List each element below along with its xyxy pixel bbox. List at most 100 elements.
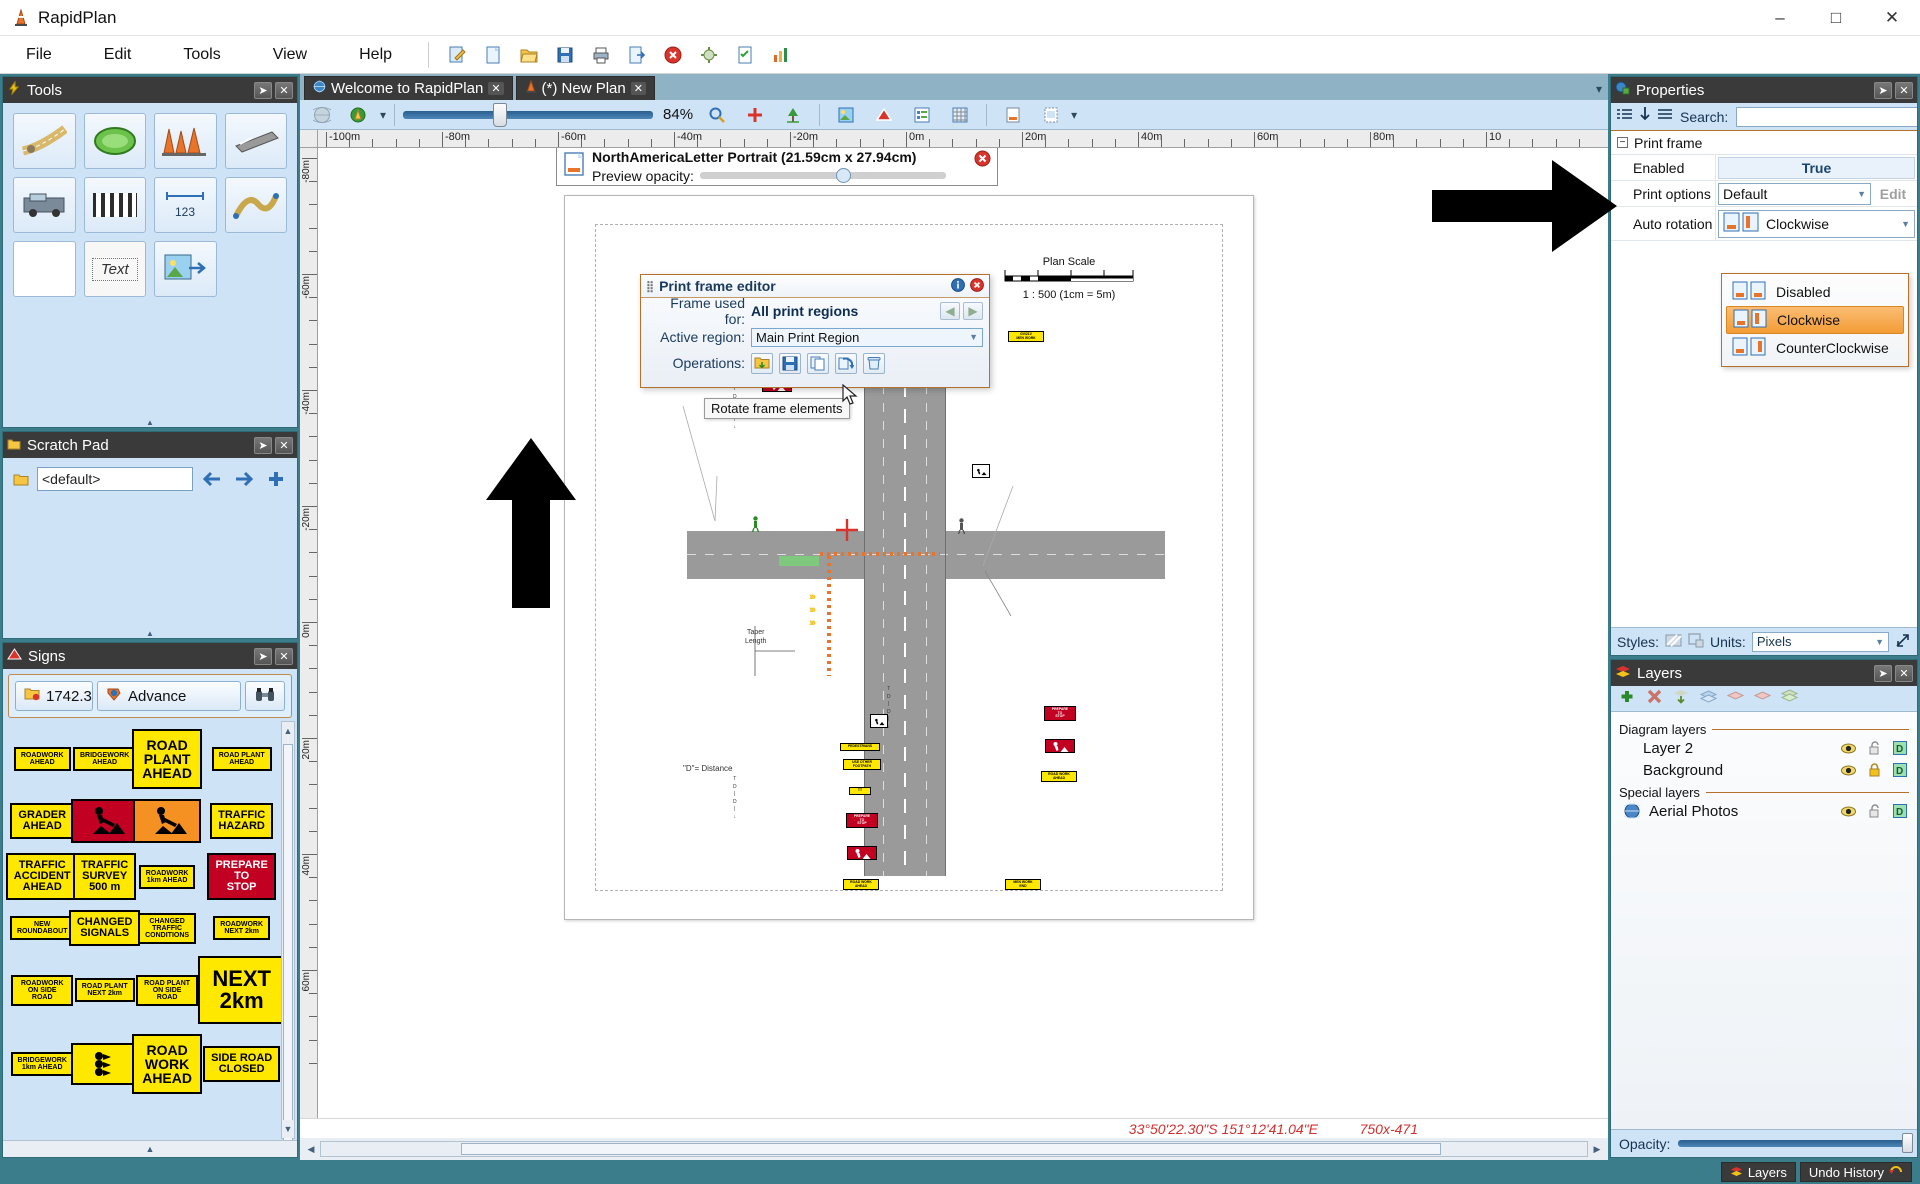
sign-item[interactable]: ROAD PLANT NEXT 2km: [74, 978, 135, 1002]
style-apply-icon[interactable]: [1688, 632, 1704, 651]
plan-mini-sign[interactable]: MEN WORK END: [1005, 879, 1041, 891]
tool-cell-text-tool[interactable]: Text: [83, 241, 146, 297]
layer-row[interactable]: Aerial Photos D: [1619, 800, 1909, 822]
properties-search-input[interactable]: [1736, 106, 1917, 127]
active-region-combo[interactable]: Main Print Region ▼: [751, 327, 983, 347]
move-up-icon[interactable]: [1699, 689, 1718, 708]
menu-help[interactable]: Help: [333, 42, 418, 68]
menu-file[interactable]: File: [0, 42, 78, 68]
plan-mini-sign[interactable]: [1045, 739, 1075, 753]
zoom-icon[interactable]: [702, 100, 732, 130]
legend-icon[interactable]: [907, 100, 937, 130]
properties-units-combo[interactable]: Pixels ▼: [1751, 631, 1889, 652]
checklist-icon[interactable]: [730, 40, 760, 70]
export-icon[interactable]: [622, 40, 652, 70]
move-down-icon[interactable]: [1726, 689, 1745, 708]
tool-cell-vehicle-tool[interactable]: [13, 177, 76, 233]
sign-item[interactable]: SIDE ROAD CLOSED: [203, 1046, 281, 1082]
property-value-enabled[interactable]: True: [1718, 156, 1915, 179]
signs-horizontal-scrollbar[interactable]: ▲: [3, 1140, 297, 1157]
sign-item[interactable]: ROAD PLANT ON SIDE ROAD: [135, 974, 199, 1006]
print-region-icon[interactable]: [1036, 100, 1066, 130]
merge-layer-icon[interactable]: [1673, 689, 1690, 709]
pin-icon[interactable]: ➤: [1874, 664, 1892, 682]
plan-mini-sign[interactable]: TT: [849, 787, 871, 795]
diagram-layer-icon[interactable]: D: [1891, 804, 1909, 818]
save-frame-icon[interactable]: [779, 352, 801, 374]
drag-grip-icon[interactable]: ⣿: [646, 280, 654, 293]
move-top-icon[interactable]: [1753, 689, 1772, 708]
collapse-icon[interactable]: −: [1617, 137, 1628, 148]
sign-item[interactable]: ROAD PLANT AHEAD: [132, 729, 202, 789]
open-folder-icon[interactable]: [514, 40, 544, 70]
menu-view[interactable]: View: [247, 42, 333, 68]
tool-cell-barrier-tool[interactable]: [224, 113, 287, 169]
plan-mini-sign[interactable]: PEDESTRIANS: [840, 743, 880, 751]
sign-item[interactable]: [70, 1043, 139, 1085]
close-icon[interactable]: ✕: [1895, 664, 1913, 682]
close-icon[interactable]: ✕: [1895, 81, 1913, 99]
tab-close-icon[interactable]: ✕: [488, 82, 504, 95]
bottom-tab-layers[interactable]: Layers: [1720, 1162, 1796, 1182]
plan-mini-sign[interactable]: PREPARETOSTOP: [846, 813, 878, 828]
sign-item[interactable]: TRAFFIC SURVEY 500 m: [73, 853, 137, 900]
scroll-down-icon[interactable]: ▼: [282, 1120, 294, 1138]
scroll-up-icon[interactable]: ▲: [282, 722, 294, 740]
sign-library-button[interactable]: 1742.3: [15, 681, 93, 711]
copy-frame-icon[interactable]: [807, 352, 829, 374]
plan-canvas[interactable]: NorthAmericaLetter Portrait (21.59cm x 2…: [318, 148, 1608, 1118]
plan-mini-sign[interactable]: [870, 714, 888, 728]
print-icon[interactable]: [586, 40, 616, 70]
tool-cell-curve-tool[interactable]: [224, 177, 287, 233]
pin-icon[interactable]: ➤: [254, 647, 272, 665]
page-icon[interactable]: [998, 100, 1028, 130]
menu-tools[interactable]: Tools: [157, 42, 246, 68]
tool-cell-roundabout-tool[interactable]: [83, 113, 146, 169]
grid-icon[interactable]: [945, 100, 975, 130]
print-frame-editor-dialog[interactable]: ⣿ Print frame editor Frame used for: All…: [640, 274, 990, 388]
scratch-pad-combo[interactable]: <default>: [37, 467, 193, 491]
info-icon[interactable]: [951, 277, 965, 295]
close-plan-icon[interactable]: [658, 40, 688, 70]
dropdown-option-counterclockwise[interactable]: CounterClockwise: [1726, 334, 1904, 362]
sign-icon[interactable]: [869, 100, 899, 130]
close-icon[interactable]: [970, 277, 984, 295]
sign-item[interactable]: NEXT 2km: [198, 956, 285, 1024]
sign-browse-button[interactable]: [245, 681, 285, 711]
list-icon[interactable]: [1658, 108, 1672, 126]
style-brush-icon[interactable]: [1665, 633, 1682, 651]
menu-edit[interactable]: Edit: [78, 42, 158, 68]
sign-item[interactable]: ROADWORK ON SIDE ROAD: [11, 974, 74, 1006]
zoom-slider-knob[interactable]: [493, 102, 508, 127]
sign-item[interactable]: TRAFFIC HAZARD: [210, 803, 274, 839]
sign-item[interactable]: [133, 799, 202, 843]
pin-icon[interactable]: ➤: [1874, 81, 1892, 99]
new-plan-icon[interactable]: [442, 40, 472, 70]
sign-item[interactable]: ROADWORKAHEAD: [132, 1034, 202, 1094]
property-group-print-frame[interactable]: − Print frame: [1611, 131, 1917, 155]
tool-cell-dimension-tool[interactable]: 123: [154, 177, 217, 233]
sign-item[interactable]: ROADWORK 1km AHEAD: [138, 864, 196, 889]
scroll-left-icon[interactable]: ◀: [302, 1144, 320, 1155]
close-button[interactable]: ✕: [1864, 0, 1920, 36]
sign-item[interactable]: BRIDGEWORK AHEAD: [72, 747, 137, 771]
visibility-eye-icon[interactable]: [1839, 765, 1857, 776]
save-icon[interactable]: [550, 40, 580, 70]
scratch-pad-resize-grip[interactable]: ▲: [3, 628, 297, 638]
close-icon[interactable]: ✕: [275, 647, 293, 665]
traffic-cone-dropdown-icon[interactable]: [345, 100, 375, 130]
prev-region-button[interactable]: ◀: [940, 302, 960, 320]
property-row-print-options[interactable]: Print options Default ▼ Edit: [1611, 181, 1917, 207]
zoom-slider[interactable]: [403, 102, 654, 127]
print-options-edit-button[interactable]: Edit: [1871, 183, 1915, 205]
layer-row[interactable]: Background D: [1619, 759, 1909, 781]
rotate-frame-icon[interactable]: [835, 352, 857, 374]
add-crosshair-icon[interactable]: [740, 100, 770, 130]
horizontal-ruler[interactable]: -100m -80m -60m -40m -20m 0m 20m 40m 60m 80m 10: [318, 130, 1608, 148]
sign-item[interactable]: CHANGED TRAFFIC CONDITIONS: [138, 912, 197, 944]
pin-icon[interactable]: ➤: [254, 81, 272, 99]
property-value-auto-rotation[interactable]: Clockwise ▼: [1718, 209, 1915, 238]
opacity-slider-knob[interactable]: [835, 168, 851, 183]
layer-opacity-slider[interactable]: [1678, 1133, 1913, 1153]
chevron-down-icon[interactable]: ▾: [380, 108, 386, 122]
